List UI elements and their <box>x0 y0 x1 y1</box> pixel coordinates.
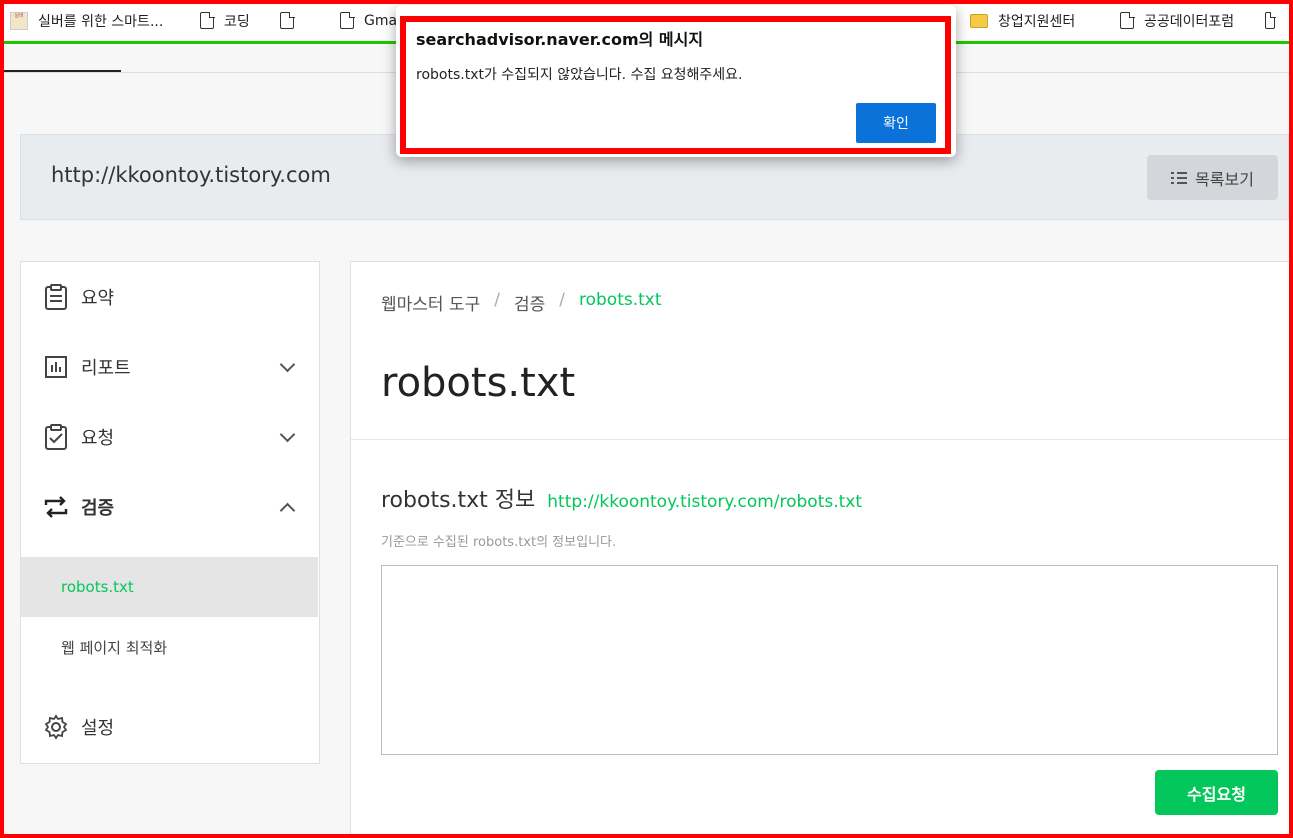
clipboard-check-icon <box>43 424 69 450</box>
chevron-down-icon <box>279 426 296 443</box>
sidebar-subitem-page-optimize[interactable]: 웹 페이지 최적화 <box>21 617 318 677</box>
breadcrumb-item[interactable]: 웹마스터 도구 <box>381 290 480 315</box>
bookmark-item[interactable] <box>1265 0 1285 43</box>
chevron-up-icon <box>279 502 296 519</box>
sidebar-item-request[interactable]: 요청 <box>21 412 319 462</box>
bookmark-item[interactable]: 창업지원센터 <box>970 0 1120 43</box>
sidebar-item-label: 요약 <box>81 288 115 309</box>
breadcrumb-item[interactable]: 검증 <box>514 290 545 315</box>
ok-button[interactable]: 확인 <box>856 103 936 143</box>
breadcrumb-current: robots.txt <box>579 290 662 310</box>
sidebar-item-verify[interactable]: 검증 <box>21 482 319 532</box>
bookmark-label: 실버를 위한 스마트... <box>38 13 164 30</box>
divider <box>351 439 1290 440</box>
bookmark-item[interactable] <box>280 0 340 43</box>
robots-url-link[interactable]: http://kkoontoy.tistory.com/robots.txt <box>547 492 862 512</box>
page-icon <box>1120 11 1135 29</box>
sidebar-subitem-label: robots.txt <box>61 578 134 596</box>
bookmark-item[interactable]: 실버 실버를 위한 스마트... <box>10 0 200 43</box>
chevron-down-icon <box>279 356 296 373</box>
sidebar-item-label: 설정 <box>81 718 115 739</box>
page-icon <box>200 11 215 29</box>
clipboard-icon <box>43 284 69 310</box>
section-header: robots.txt 정보 http://kkoontoy.tistory.co… <box>381 482 862 514</box>
bookmark-item[interactable]: 코딩 <box>200 0 280 43</box>
folder-icon <box>970 13 988 28</box>
collect-request-button[interactable]: 수집요청 <box>1155 770 1278 815</box>
sidebar-subitem-robots[interactable]: robots.txt <box>21 557 318 617</box>
alert-dialog: searchadvisor.naver.com의 메시지 robots.txt가… <box>396 5 956 157</box>
page-icon <box>280 11 295 29</box>
site-url: http://kkoontoy.tistory.com <box>51 163 331 187</box>
page-icon <box>340 11 355 29</box>
sidebar-item-label: 리포트 <box>81 358 131 379</box>
list-view-label: 목록보기 <box>1195 171 1254 189</box>
dialog-message: robots.txt가 수집되지 않았습니다. 수집 요청해주세요. <box>416 67 743 83</box>
page-title: robots.txt <box>381 360 576 406</box>
bar-chart-icon <box>43 354 69 380</box>
section-description: 기준으로 수집된 robots.txt의 정보입니다. <box>381 535 617 550</box>
sidebar-item-summary[interactable]: 요약 <box>21 272 319 322</box>
sidebar-item-label: 검증 <box>81 498 115 519</box>
bookmark-label: 창업지원센터 <box>998 13 1076 30</box>
breadcrumb-separator: / <box>494 290 500 310</box>
robots-content-textarea[interactable] <box>381 565 1278 755</box>
highlight-frame: searchadvisor.naver.com의 메시지 robots.txt가… <box>400 16 951 154</box>
bookmark-label: 공공데이터포럼 <box>1144 13 1235 30</box>
sidebar-item-label: 요청 <box>81 428 115 449</box>
gear-icon <box>43 714 69 740</box>
list-view-button[interactable]: 목록보기 <box>1147 155 1278 200</box>
section-title: robots.txt 정보 <box>381 488 536 513</box>
sidebar-subitem-label: 웹 페이지 최적화 <box>61 638 168 657</box>
favicon-icon: 실버 <box>10 11 28 30</box>
dialog-title: searchadvisor.naver.com의 메시지 <box>416 30 704 49</box>
bookmark-label: 코딩 <box>224 13 250 30</box>
breadcrumb-separator: / <box>559 290 565 310</box>
sidebar-item-report[interactable]: 리포트 <box>21 342 319 392</box>
list-icon <box>1171 171 1188 184</box>
bookmark-item[interactable]: 공공데이터포럼 <box>1120 0 1265 43</box>
main-panel: 웹마스터 도구 / 검증 / robots.txt robots.txt rob… <box>350 261 1290 838</box>
page-icon <box>1265 11 1276 29</box>
swap-arrows-icon <box>43 494 69 520</box>
sidebar: 요약 리포트 요청 검증 robots.txt 웹 페이지 최적화 설정 <box>20 261 320 764</box>
breadcrumb: 웹마스터 도구 / 검증 / robots.txt <box>381 290 662 315</box>
sidebar-item-settings[interactable]: 설정 <box>21 702 319 752</box>
